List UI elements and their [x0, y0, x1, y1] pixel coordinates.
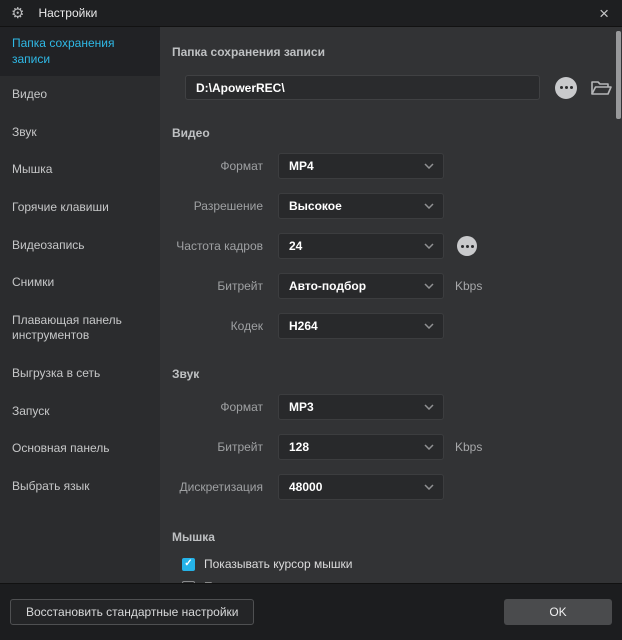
audio-samplerate-dropdown[interactable]: 48000 [278, 474, 444, 500]
show-cursor-label: Показывать курсор мышки [204, 557, 352, 571]
settings-content: Папка сохранения записи [160, 27, 622, 583]
open-folder-button[interactable] [590, 79, 612, 97]
video-framerate-label: Частота кадров [172, 239, 263, 253]
audio-bitrate-dropdown[interactable]: 128 [278, 434, 444, 460]
video-bitrate-value: Авто-подбор [289, 279, 424, 293]
folder-icon [590, 79, 612, 97]
audio-section-title: Звук [172, 367, 622, 381]
show-cursor-frame-label: Показывать рамку вокруг курсора мышки [204, 580, 434, 583]
show-cursor-frame-checkbox[interactable]: ✓ [182, 581, 195, 584]
sidebar-item-save-folder[interactable]: Папка сохранения записи [0, 27, 160, 76]
save-folder-section-title: Папка сохранения записи [172, 45, 622, 59]
video-section-title: Видео [172, 126, 622, 140]
check-icon: ✓ [184, 559, 192, 569]
video-bitrate-unit: Kbps [455, 279, 482, 293]
audio-bitrate-value: 128 [289, 440, 424, 454]
show-cursor-frame-checkbox-row[interactable]: ✓ Показывать рамку вокруг курсора мышки [182, 580, 622, 583]
show-cursor-checkbox[interactable]: ✓ [182, 558, 195, 571]
gear-icon: ⚙ [11, 6, 24, 21]
ellipsis-dot [471, 245, 474, 248]
video-codec-row: Кодек H264 [172, 313, 622, 339]
chevron-down-icon [424, 323, 434, 329]
video-framerate-value: 24 [289, 239, 424, 253]
audio-format-label: Формат [172, 400, 263, 414]
restore-defaults-button[interactable]: Восстановить стандартные настройки [10, 599, 254, 625]
ellipsis-dot [570, 86, 573, 89]
audio-samplerate-value: 48000 [289, 480, 424, 494]
chevron-down-icon [424, 203, 434, 209]
audio-format-dropdown[interactable]: MP3 [278, 394, 444, 420]
ok-button[interactable]: OK [504, 599, 612, 625]
sidebar-item-startup[interactable]: Запуск [0, 393, 160, 431]
video-codec-label: Кодек [172, 319, 263, 333]
sidebar-item-video[interactable]: Видео [0, 76, 160, 114]
save-path-input[interactable] [185, 75, 540, 100]
chevron-down-icon [424, 404, 434, 410]
video-format-value: MP4 [289, 159, 424, 173]
sidebar-item-screenshots[interactable]: Снимки [0, 264, 160, 302]
video-format-dropdown[interactable]: MP4 [278, 153, 444, 179]
chevron-down-icon [424, 163, 434, 169]
mouse-section-title: Мышка [172, 530, 622, 544]
audio-format-row: Формат MP3 [172, 394, 622, 420]
video-resolution-row: Разрешение Высокое [172, 193, 622, 219]
titlebar: ⚙ Настройки × [0, 0, 622, 27]
settings-window: ⚙ Настройки × Папка сохранения записи Ви… [0, 0, 622, 640]
video-resolution-dropdown[interactable]: Высокое [278, 193, 444, 219]
chevron-down-icon [424, 444, 434, 450]
sidebar-item-upload[interactable]: Выгрузка в сеть [0, 355, 160, 393]
chevron-down-icon [424, 243, 434, 249]
video-codec-value: H264 [289, 319, 424, 333]
audio-samplerate-label: Дискретизация [172, 480, 263, 494]
audio-format-value: MP3 [289, 400, 424, 414]
save-path-row [185, 75, 622, 100]
audio-samplerate-row: Дискретизация 48000 [172, 474, 622, 500]
vertical-scrollbar-thumb[interactable] [616, 31, 621, 119]
video-format-row: Формат MP4 [172, 153, 622, 179]
ellipsis-dot [565, 86, 568, 89]
video-format-label: Формат [172, 159, 263, 173]
video-resolution-label: Разрешение [172, 199, 263, 213]
chevron-down-icon [424, 484, 434, 490]
browse-ellipsis-button[interactable] [555, 77, 577, 99]
video-framerate-dropdown[interactable]: 24 [278, 233, 444, 259]
video-codec-dropdown[interactable]: H264 [278, 313, 444, 339]
video-bitrate-label: Битрейт [172, 279, 263, 293]
video-bitrate-row: Битрейт Авто-подбор Kbps [172, 273, 622, 299]
show-cursor-checkbox-row[interactable]: ✓ Показывать курсор мышки [182, 557, 622, 571]
sidebar-item-floating-toolbar[interactable]: Плавающая панель инструментов [0, 302, 160, 355]
sidebar-item-mouse[interactable]: Мышка [0, 151, 160, 189]
ellipsis-dot [466, 245, 469, 248]
settings-sidebar: Папка сохранения записи Видео Звук Мышка… [0, 27, 160, 583]
sidebar-item-sound[interactable]: Звук [0, 114, 160, 152]
footer-bar: Восстановить стандартные настройки OK [0, 583, 622, 640]
video-bitrate-dropdown[interactable]: Авто-подбор [278, 273, 444, 299]
framerate-more-button[interactable] [457, 236, 477, 256]
sidebar-item-language[interactable]: Выбрать язык [0, 468, 160, 506]
window-title: Настройки [38, 6, 97, 20]
audio-bitrate-label: Битрейт [172, 440, 263, 454]
audio-bitrate-unit: Kbps [455, 440, 482, 454]
chevron-down-icon [424, 283, 434, 289]
video-framerate-row: Частота кадров 24 [172, 233, 622, 259]
audio-bitrate-row: Битрейт 128 Kbps [172, 434, 622, 460]
sidebar-item-recording[interactable]: Видеозапись [0, 227, 160, 265]
video-resolution-value: Высокое [289, 199, 424, 213]
close-icon[interactable]: × [599, 5, 609, 22]
ellipsis-dot [560, 86, 563, 89]
sidebar-item-main-panel[interactable]: Основная панель [0, 430, 160, 468]
sidebar-item-hotkeys[interactable]: Горячие клавиши [0, 189, 160, 227]
ellipsis-dot [461, 245, 464, 248]
